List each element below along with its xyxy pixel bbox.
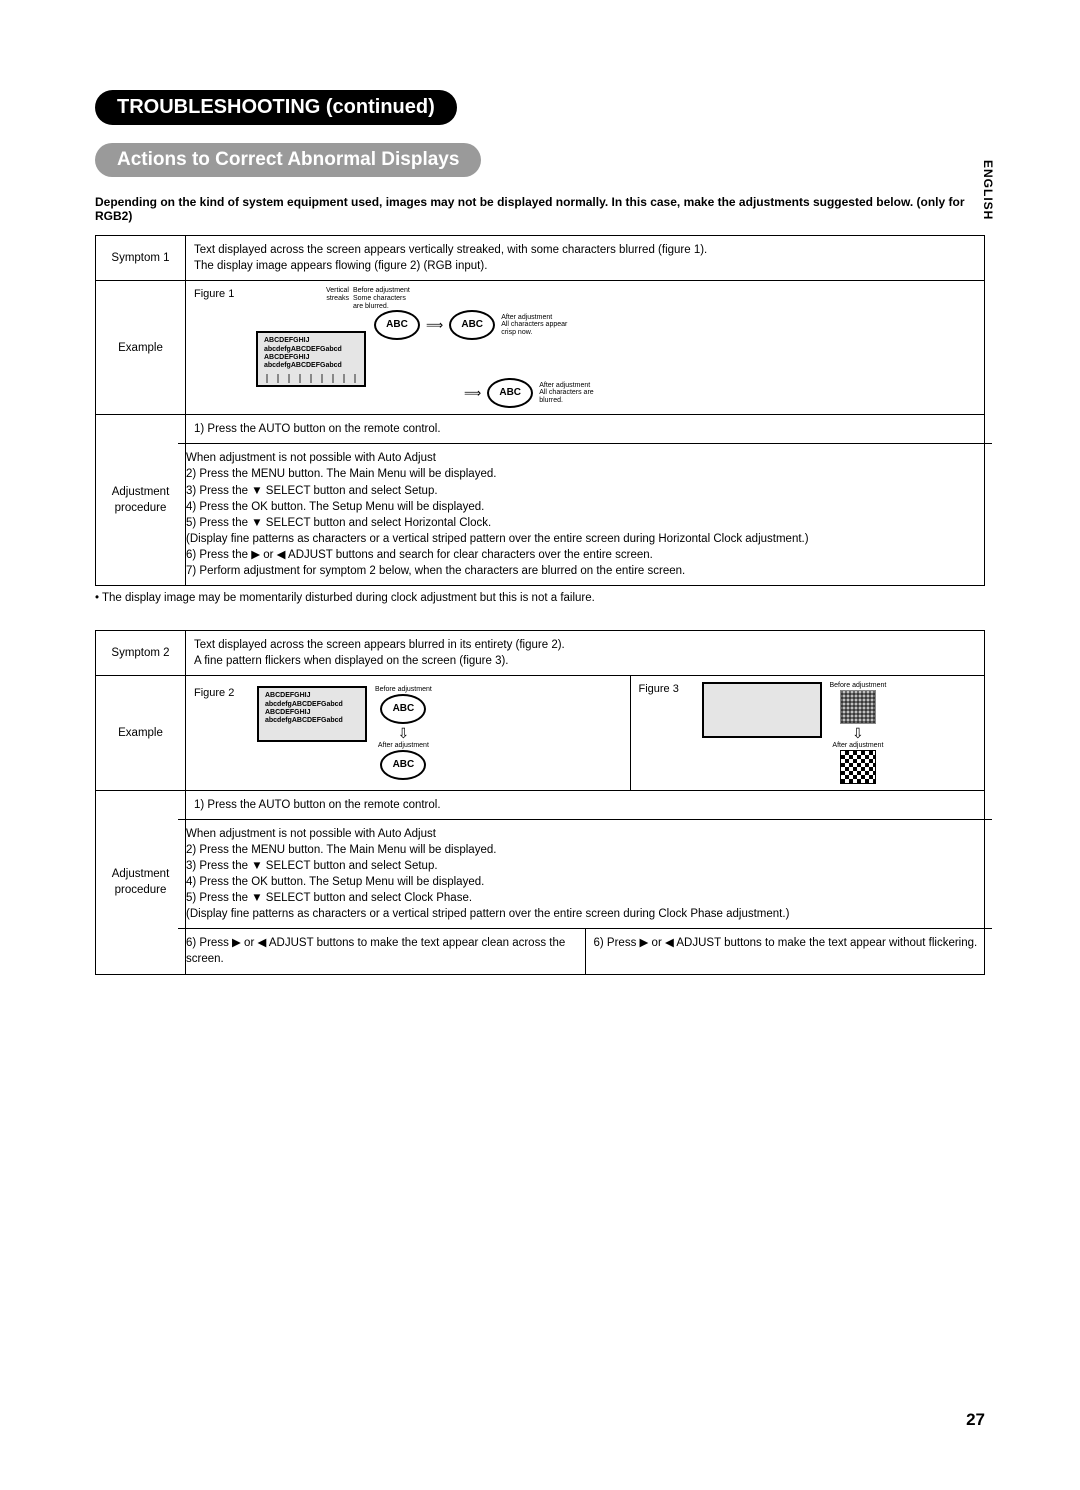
adjustment-step1: 1) Press the AUTO button on the remote c… [186,791,984,819]
symptom1-text: Text displayed across the screen appears… [186,236,985,281]
table-row: Adjustment procedure 1) Press the AUTO b… [96,790,985,974]
note-text: • The display image may be momentarily d… [95,592,985,604]
table-row: Symptom 2 Text displayed across the scre… [96,631,985,676]
down-arrow-icon: ⇩ [852,726,864,740]
before-adjustment: Before adjustment [830,682,887,690]
example-cell: Figure 1 Vertical streaks Before adjustm… [186,281,985,415]
adjustment-step6-right: 6) Press ▶ or ◀ ADJUST buttons to make t… [586,929,993,973]
abc-oval: ABC [374,310,420,340]
after-adjustment-crisp: After adjustment All characters appear c… [501,314,567,337]
adjustment-cell: 1) Press the AUTO button on the remote c… [186,415,985,586]
pattern-blur-icon [840,690,876,724]
abc-oval: ABC [449,310,495,340]
after-adjustment: After adjustment [832,742,883,750]
adjustment-steps: When adjustment is not possible with Aut… [178,819,992,929]
down-arrow-icon: ⇩ [398,726,410,740]
figure3-label: Figure 3 [639,682,694,697]
after-adjustment-blurred: After adjustment All characters are blur… [539,382,593,405]
after-adjustment: After adjustment [378,742,429,750]
abc-oval: ABC [380,694,426,724]
figure2-cell: Figure 2 ABCDEFGHIJ abcdefgABCDEFGabcd A… [186,676,631,790]
pattern-sharp-icon [840,750,876,784]
example-label: Example [96,676,186,790]
adjustment-steps: When adjustment is not possible with Aut… [178,443,992,585]
table-row: Example Figure 2 ABCDEFGHIJ abcdefgABCDE… [96,676,985,790]
page-number: 27 [966,1410,985,1430]
adjustment-cell: 1) Press the AUTO button on the remote c… [186,790,985,974]
adjustment-label: Adjustment procedure [96,415,186,586]
symptom2-label: Symptom 2 [96,631,186,676]
example-label: Example [96,281,186,415]
abc-oval: ABC [487,378,533,408]
symptom1-table: Symptom 1 Text displayed across the scre… [95,235,985,586]
arrow-icon: ⟹ [464,385,481,402]
before-adjustment: Before adjustment [375,686,432,694]
symptom2-text: Text displayed across the screen appears… [186,631,985,676]
figure2-screen: ABCDEFGHIJ abcdefgABCDEFGabcd ABCDEFGHIJ… [257,686,367,742]
arrow-icon: ⟹ [426,317,443,334]
table-row: Adjustment procedure 1) Press the AUTO b… [96,415,985,586]
language-tab: ENGLISH [981,160,995,220]
figure3-cell: Figure 3 Before adjustment ⇩ After adjus… [630,676,985,790]
figure2-label: Figure 2 [194,686,249,701]
section-heading: TROUBLESHOOTING (continued) [95,90,457,125]
figure1-label: Figure 1 [194,287,252,302]
abc-oval: ABC [380,750,426,780]
figure1-screen: ABCDEFGHIJ abcdefgABCDEFGabcd ABCDEFGHIJ… [256,331,366,387]
adjustment-label: Adjustment procedure [96,790,186,974]
vertical-streaks-note: Vertical streaks [326,287,349,310]
before-adjustment-note: Before adjustment Some characters are bl… [353,287,410,310]
subsection-heading: Actions to Correct Abnormal Displays [95,143,481,177]
adjustment-step6-left: 6) Press ▶ or ◀ ADJUST buttons to make t… [178,929,586,973]
symptom2-table: Symptom 2 Text displayed across the scre… [95,630,985,974]
adjustment-step1: 1) Press the AUTO button on the remote c… [186,415,984,443]
intro-text: Depending on the kind of system equipmen… [95,195,985,223]
figure3-screen [702,682,822,738]
symptom1-label: Symptom 1 [96,236,186,281]
table-row: Symptom 1 Text displayed across the scre… [96,236,985,281]
table-row: Example Figure 1 Vertical streaks Before… [96,281,985,415]
